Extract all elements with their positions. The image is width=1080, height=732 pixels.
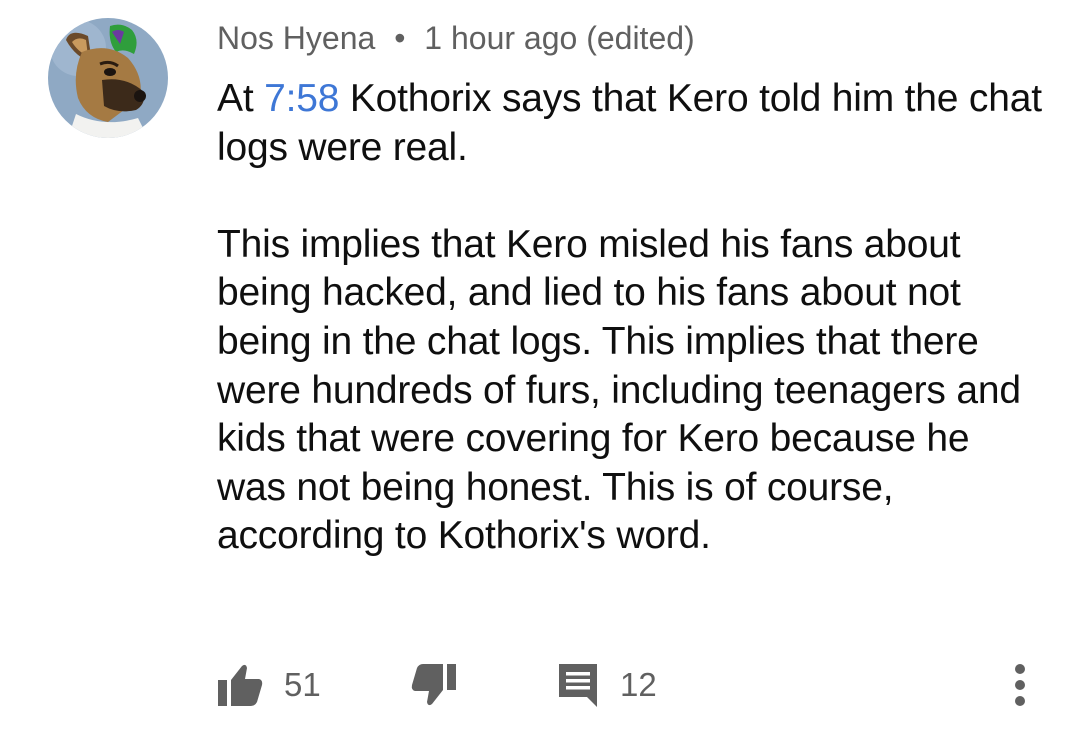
comment-meta: Nos Hyena • 1 hour ago (edited): [217, 18, 695, 58]
comment-body: At 7:58 Kothorix says that Kero told him…: [217, 75, 1047, 561]
reply-button[interactable]: 12: [556, 655, 657, 715]
hyena-avatar-image: [48, 18, 168, 138]
like-button[interactable]: 51: [216, 655, 321, 715]
comment-text-prefix: At: [217, 77, 265, 120]
comment-text-line1-rest: Kothorix says that Kero told him the cha…: [217, 77, 1042, 169]
thumbs-up-icon: [216, 662, 264, 708]
more-actions-button[interactable]: [1008, 655, 1032, 715]
comment-paragraph-2: This implies that Kero misled his fans a…: [217, 222, 1021, 558]
comment-paragraph-1: At 7:58 Kothorix says that Kero told him…: [217, 75, 1047, 172]
meta-separator: •: [394, 20, 406, 56]
comment-time: 1 hour ago (edited): [424, 20, 695, 56]
avatar[interactable]: [48, 18, 168, 138]
dislike-button[interactable]: [410, 655, 458, 715]
like-count: 51: [284, 666, 321, 703]
reply-count: 12: [620, 666, 657, 703]
timestamp-link[interactable]: 7:58: [264, 77, 339, 120]
thumbs-down-icon: [410, 662, 458, 708]
comment-action-bar: 51 12: [0, 655, 1080, 715]
comment-icon: [556, 661, 600, 709]
more-vertical-icon: [1008, 661, 1032, 709]
author-name[interactable]: Nos Hyena: [217, 20, 375, 56]
